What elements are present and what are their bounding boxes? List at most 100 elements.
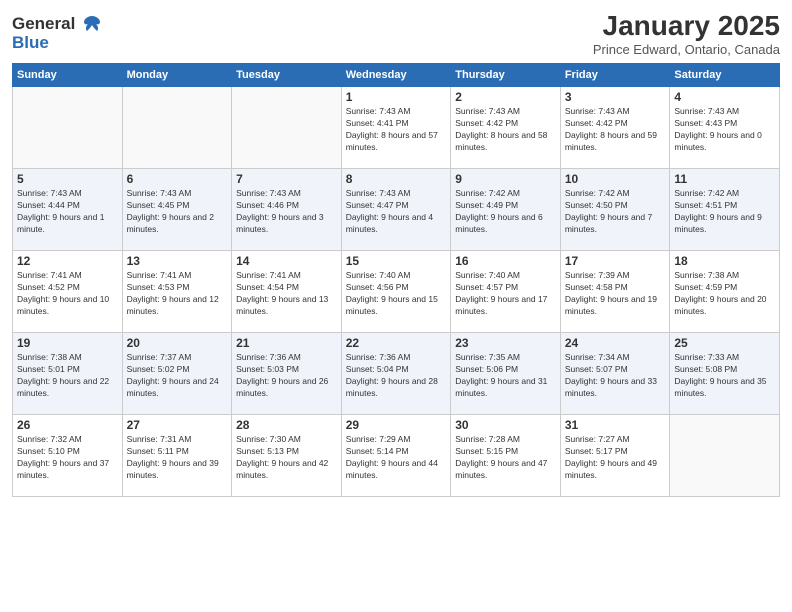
day-number: 3 xyxy=(565,90,666,104)
week-row-1: 5 Sunrise: 7:43 AM Sunset: 4:44 PM Daylig… xyxy=(13,169,780,251)
calendar-cell: 6Sunrise: 7:43 AM Sunset: 4:45 PM Daylig… xyxy=(122,169,232,251)
day-number: 2 xyxy=(455,90,556,104)
calendar-body: 1 Sunrise: 7:43 AM Sunset: 4:41 PM Daylig… xyxy=(13,87,780,497)
header-day-monday: Monday xyxy=(122,64,232,87)
calendar-cell: 11 Sunrise: 7:42 AM Sunset: 4:51 PM Dayli… xyxy=(670,169,780,251)
day-details: Sunrise: 7:43 AM Sunset: 4:41 PM Dayligh… xyxy=(346,106,447,154)
week-row-2: 12 Sunrise: 7:41 AM Sunset: 4:52 PM Dayli… xyxy=(13,251,780,333)
header-day-thursday: Thursday xyxy=(451,64,561,87)
day-number: 12 xyxy=(17,254,118,268)
header-day-wednesday: Wednesday xyxy=(341,64,451,87)
header-day-saturday: Saturday xyxy=(670,64,780,87)
day-details: Sunrise: 7:39 AM Sunset: 4:58 PM Dayligh… xyxy=(565,270,666,318)
calendar-cell: 24Sunrise: 7:34 AM Sunset: 5:07 PM Dayli… xyxy=(560,333,670,415)
calendar-cell: 14 Sunrise: 7:41 AM Sunset: 4:54 PM Dayli… xyxy=(232,251,342,333)
calendar-cell: 22 Sunrise: 7:36 AM Sunset: 5:04 PM Dayli… xyxy=(341,333,451,415)
day-number: 22 xyxy=(346,336,447,350)
day-details: Sunrise: 7:35 AM Sunset: 5:06 PM Dayligh… xyxy=(455,352,556,400)
day-number: 25 xyxy=(674,336,775,350)
day-details: Sunrise: 7:40 AM Sunset: 4:57 PM Dayligh… xyxy=(455,270,556,318)
logo: General Blue xyxy=(12,14,102,53)
calendar-cell: 25Sunrise: 7:33 AM Sunset: 5:08 PM Dayli… xyxy=(670,333,780,415)
day-details: Sunrise: 7:37 AM Sunset: 5:02 PM Dayligh… xyxy=(127,352,228,400)
header-day-tuesday: Tuesday xyxy=(232,64,342,87)
day-number: 17 xyxy=(565,254,666,268)
calendar-cell: 29Sunrise: 7:29 AM Sunset: 5:14 PM Dayli… xyxy=(341,415,451,497)
calendar-cell xyxy=(670,415,780,497)
calendar-cell: 27Sunrise: 7:31 AM Sunset: 5:11 PM Dayli… xyxy=(122,415,232,497)
week-row-3: 19 Sunrise: 7:38 AM Sunset: 5:01 PM Dayli… xyxy=(13,333,780,415)
calendar-cell xyxy=(232,87,342,169)
day-details: Sunrise: 7:28 AM Sunset: 5:15 PM Dayligh… xyxy=(455,434,556,482)
calendar-cell: 18 Sunrise: 7:38 AM Sunset: 4:59 PM Dayli… xyxy=(670,251,780,333)
calendar-header: SundayMondayTuesdayWednesdayThursdayFrid… xyxy=(13,64,780,87)
day-details: Sunrise: 7:42 AM Sunset: 4:49 PM Dayligh… xyxy=(455,188,556,236)
day-number: 13 xyxy=(127,254,228,268)
day-number: 8 xyxy=(346,172,447,186)
calendar-cell: 16 Sunrise: 7:40 AM Sunset: 4:57 PM Dayli… xyxy=(451,251,561,333)
day-details: Sunrise: 7:41 AM Sunset: 4:54 PM Dayligh… xyxy=(236,270,337,318)
calendar-table: SundayMondayTuesdayWednesdayThursdayFrid… xyxy=(12,63,780,497)
header-row: SundayMondayTuesdayWednesdayThursdayFrid… xyxy=(13,64,780,87)
header: General Blue January 2025 Prince Edward,… xyxy=(12,10,780,57)
day-details: Sunrise: 7:38 AM Sunset: 5:01 PM Dayligh… xyxy=(17,352,118,400)
day-number: 27 xyxy=(127,418,228,432)
day-number: 28 xyxy=(236,418,337,432)
calendar-cell: 4Sunrise: 7:43 AM Sunset: 4:43 PM Daylig… xyxy=(670,87,780,169)
day-number: 18 xyxy=(674,254,775,268)
day-number: 30 xyxy=(455,418,556,432)
day-number: 11 xyxy=(674,172,775,186)
calendar-cell: 26 Sunrise: 7:32 AM Sunset: 5:10 PM Dayli… xyxy=(13,415,123,497)
day-details: Sunrise: 7:36 AM Sunset: 5:04 PM Dayligh… xyxy=(346,352,447,400)
title-block: January 2025 Prince Edward, Ontario, Can… xyxy=(593,10,780,57)
calendar-cell: 8 Sunrise: 7:43 AM Sunset: 4:47 PM Daylig… xyxy=(341,169,451,251)
calendar-cell: 1 Sunrise: 7:43 AM Sunset: 4:41 PM Daylig… xyxy=(341,87,451,169)
calendar-cell: 13 Sunrise: 7:41 AM Sunset: 4:53 PM Dayli… xyxy=(122,251,232,333)
day-details: Sunrise: 7:43 AM Sunset: 4:42 PM Dayligh… xyxy=(565,106,666,154)
day-number: 23 xyxy=(455,336,556,350)
calendar-cell: 31Sunrise: 7:27 AM Sunset: 5:17 PM Dayli… xyxy=(560,415,670,497)
header-day-friday: Friday xyxy=(560,64,670,87)
day-number: 5 xyxy=(17,172,118,186)
logo-text: General xyxy=(12,14,102,35)
day-details: Sunrise: 7:42 AM Sunset: 4:50 PM Dayligh… xyxy=(565,188,666,236)
day-details: Sunrise: 7:32 AM Sunset: 5:10 PM Dayligh… xyxy=(17,434,118,482)
week-row-0: 1 Sunrise: 7:43 AM Sunset: 4:41 PM Daylig… xyxy=(13,87,780,169)
day-details: Sunrise: 7:42 AM Sunset: 4:51 PM Dayligh… xyxy=(674,188,775,236)
day-number: 19 xyxy=(17,336,118,350)
day-details: Sunrise: 7:43 AM Sunset: 4:46 PM Dayligh… xyxy=(236,188,337,236)
day-number: 24 xyxy=(565,336,666,350)
day-number: 21 xyxy=(236,336,337,350)
day-details: Sunrise: 7:38 AM Sunset: 4:59 PM Dayligh… xyxy=(674,270,775,318)
calendar-cell: 10 Sunrise: 7:42 AM Sunset: 4:50 PM Dayli… xyxy=(560,169,670,251)
location: Prince Edward, Ontario, Canada xyxy=(593,42,780,57)
day-details: Sunrise: 7:43 AM Sunset: 4:44 PM Dayligh… xyxy=(17,188,118,236)
day-details: Sunrise: 7:41 AM Sunset: 4:52 PM Dayligh… xyxy=(17,270,118,318)
calendar-cell: 23 Sunrise: 7:35 AM Sunset: 5:06 PM Dayli… xyxy=(451,333,561,415)
day-details: Sunrise: 7:30 AM Sunset: 5:13 PM Dayligh… xyxy=(236,434,337,482)
calendar-cell: 9 Sunrise: 7:42 AM Sunset: 4:49 PM Daylig… xyxy=(451,169,561,251)
logo-bird-icon xyxy=(82,14,102,34)
calendar-cell: 2Sunrise: 7:43 AM Sunset: 4:42 PM Daylig… xyxy=(451,87,561,169)
calendar-cell: 5 Sunrise: 7:43 AM Sunset: 4:44 PM Daylig… xyxy=(13,169,123,251)
day-number: 9 xyxy=(455,172,556,186)
calendar-cell: 7 Sunrise: 7:43 AM Sunset: 4:46 PM Daylig… xyxy=(232,169,342,251)
day-number: 14 xyxy=(236,254,337,268)
day-number: 7 xyxy=(236,172,337,186)
day-number: 20 xyxy=(127,336,228,350)
day-number: 1 xyxy=(346,90,447,104)
calendar-cell: 30 Sunrise: 7:28 AM Sunset: 5:15 PM Dayli… xyxy=(451,415,561,497)
day-number: 10 xyxy=(565,172,666,186)
day-number: 16 xyxy=(455,254,556,268)
week-row-4: 26 Sunrise: 7:32 AM Sunset: 5:10 PM Dayli… xyxy=(13,415,780,497)
day-details: Sunrise: 7:41 AM Sunset: 4:53 PM Dayligh… xyxy=(127,270,228,318)
calendar-cell xyxy=(122,87,232,169)
day-details: Sunrise: 7:43 AM Sunset: 4:47 PM Dayligh… xyxy=(346,188,447,236)
calendar-cell: 21Sunrise: 7:36 AM Sunset: 5:03 PM Dayli… xyxy=(232,333,342,415)
calendar-cell: 19 Sunrise: 7:38 AM Sunset: 5:01 PM Dayli… xyxy=(13,333,123,415)
calendar-cell: 20 Sunrise: 7:37 AM Sunset: 5:02 PM Dayli… xyxy=(122,333,232,415)
calendar-cell: 3 Sunrise: 7:43 AM Sunset: 4:42 PM Daylig… xyxy=(560,87,670,169)
logo-blue-text: Blue xyxy=(12,34,102,53)
calendar-cell: 17 Sunrise: 7:39 AM Sunset: 4:58 PM Dayli… xyxy=(560,251,670,333)
day-number: 26 xyxy=(17,418,118,432)
